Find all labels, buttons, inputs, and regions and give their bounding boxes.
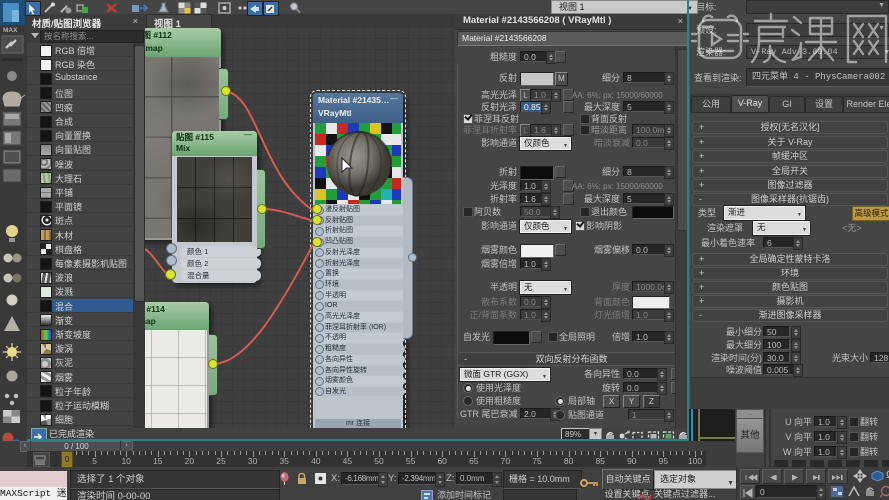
svg-text:MAX: MAX (3, 27, 18, 34)
